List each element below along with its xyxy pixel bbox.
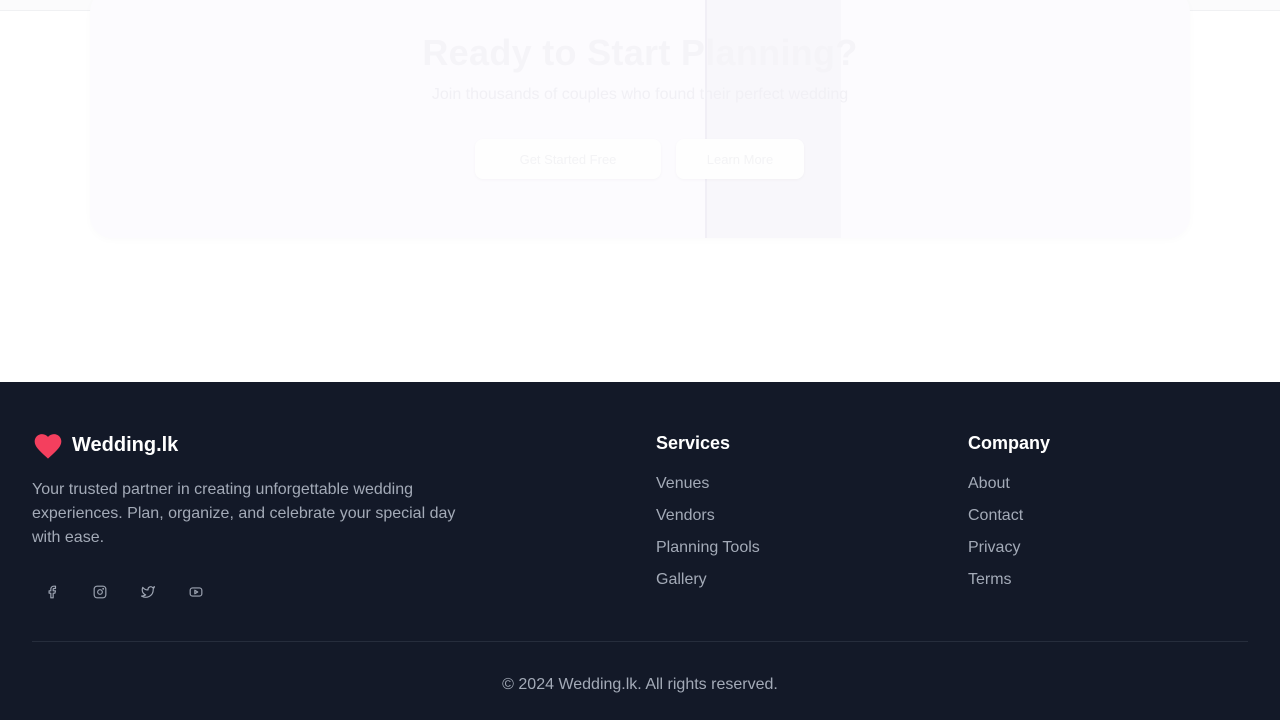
footer-link-planning-tools[interactable]: Planning Tools	[656, 539, 760, 556]
footer-link-gallery[interactable]: Gallery	[656, 571, 707, 588]
site-footer: Wedding.lk Your trusted partner in creat…	[0, 382, 1280, 720]
copyright-text: © 2024 Wedding.lk. All rights reserved.	[502, 676, 778, 693]
footer-divider	[32, 641, 1248, 642]
social-links	[32, 572, 216, 612]
learn-more-button[interactable]: Learn More	[676, 139, 804, 179]
footer-link-venues[interactable]: Venues	[656, 475, 709, 492]
cta-title: Ready to Start Planning?	[422, 32, 858, 73]
company-heading: Company	[968, 433, 1051, 453]
brand-name: Wedding.lk	[72, 433, 179, 456]
footer-tagline: Your trusted partner in creating unforge…	[32, 481, 456, 546]
cta-section: Ready to Start Planning? Join thousands …	[90, 0, 1190, 238]
footer-services-column: Services Venues Vendors Planning Tools G…	[656, 433, 760, 600]
footer-link-privacy[interactable]: Privacy	[968, 539, 1020, 556]
instagram-icon[interactable]	[80, 572, 120, 612]
services-heading: Services	[656, 433, 731, 453]
twitter-icon[interactable]	[128, 572, 168, 612]
footer-link-vendors[interactable]: Vendors	[656, 507, 715, 524]
get-started-button[interactable]: Get Started Free	[475, 139, 661, 179]
footer-link-contact[interactable]: Contact	[968, 507, 1023, 524]
footer-link-terms[interactable]: Terms	[968, 571, 1012, 588]
footer-link-about[interactable]: About	[968, 475, 1010, 492]
cta-subtitle: Join thousands of couples who found thei…	[431, 86, 849, 103]
footer-brand[interactable]: Wedding.lk	[32, 430, 178, 460]
youtube-icon[interactable]	[176, 572, 216, 612]
facebook-icon[interactable]	[32, 572, 72, 612]
footer-company-column: Company About Contact Privacy Terms	[968, 433, 1050, 600]
heart-logo-icon	[34, 434, 62, 459]
